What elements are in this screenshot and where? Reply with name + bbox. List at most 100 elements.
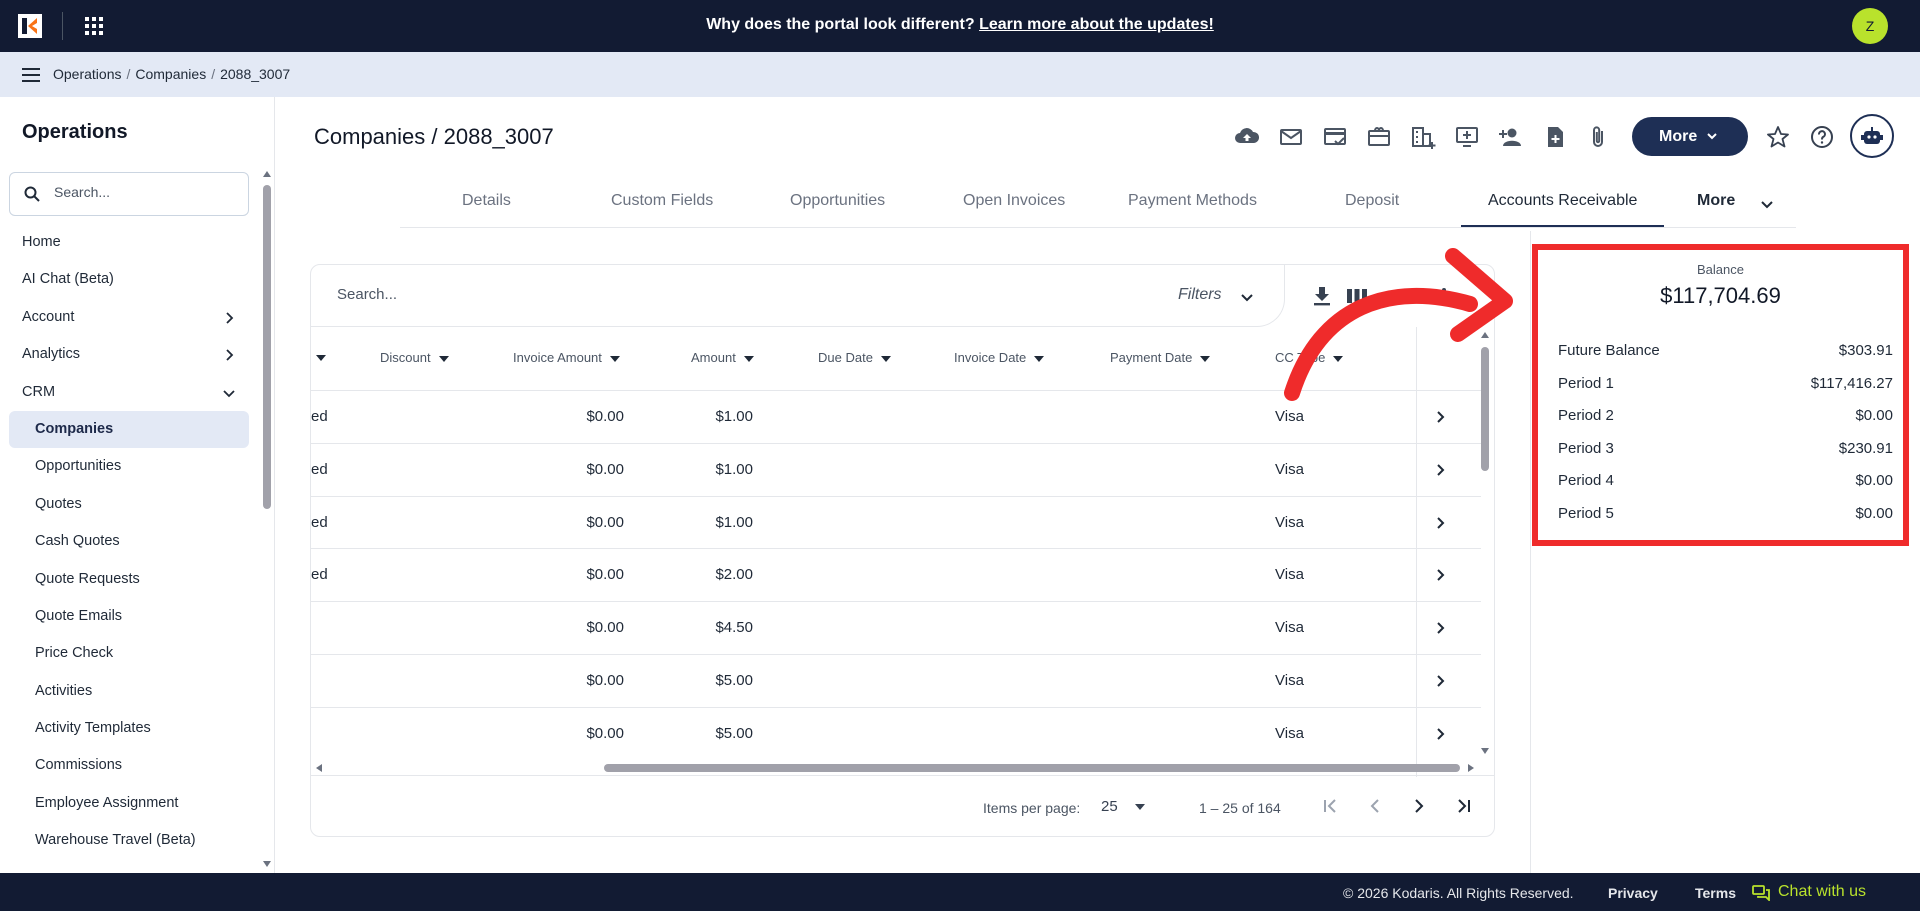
chevron-right-icon[interactable]: [1433, 674, 1447, 688]
sidebar-item-warehouse-travel[interactable]: Warehouse Travel (Beta): [9, 822, 249, 859]
sidebar-search-input[interactable]: [54, 184, 234, 200]
table-row[interactable]: ed $0.00 $1.00 Visa: [311, 497, 1481, 550]
ai-assistant-button[interactable]: [1850, 114, 1894, 158]
col-header-due-date[interactable]: Due Date: [818, 350, 891, 365]
sidebar-scrollbar[interactable]: [263, 185, 271, 509]
col-header-payment-date[interactable]: Payment Date: [1110, 350, 1211, 365]
sidebar-item-label: Quotes: [35, 495, 82, 512]
filters-dropdown[interactable]: Filters: [1178, 286, 1253, 304]
sidebar-search[interactable]: [9, 172, 249, 216]
scroll-down-arrow-icon[interactable]: [1480, 747, 1490, 755]
more-button[interactable]: More: [1632, 117, 1748, 156]
terms-link[interactable]: Terms: [1695, 885, 1736, 901]
sort-arrow-icon: [880, 355, 891, 362]
sidebar-item-activity-templates[interactable]: Activity Templates: [9, 710, 249, 747]
help-icon[interactable]: [1809, 124, 1835, 150]
table-search-input[interactable]: [337, 286, 937, 303]
chevron-right-icon[interactable]: [1433, 568, 1447, 582]
balance-summary-highlight: Balance $117,704.69 Future Balance $303.9…: [1532, 244, 1909, 546]
privacy-link[interactable]: Privacy: [1608, 885, 1658, 901]
last-page-icon[interactable]: [1453, 796, 1473, 816]
star-icon[interactable]: [1765, 124, 1791, 150]
tab-custom-fields[interactable]: Custom Fields: [611, 192, 713, 210]
balance-row-label: Period 2: [1558, 407, 1614, 425]
add-company-icon[interactable]: [1410, 124, 1436, 150]
tab-more-label: More: [1697, 192, 1736, 209]
cell-cc-type: Visa: [1275, 619, 1304, 637]
sidebar-item-quotes[interactable]: Quotes: [9, 486, 249, 523]
table-row[interactable]: ed $0.00 $1.00 Visa: [311, 444, 1481, 497]
attachment-icon[interactable]: [1586, 124, 1612, 150]
balance-row-value: $117,416.27: [1810, 374, 1893, 392]
chevron-right-icon[interactable]: [1433, 410, 1447, 424]
sidebar-item-label: Cash Quotes: [35, 533, 120, 550]
menu-icon[interactable]: [22, 68, 40, 82]
sidebar-item-label: Companies: [35, 420, 114, 437]
sort-arrow-icon[interactable]: [316, 354, 326, 362]
chevron-right-icon[interactable]: [1433, 516, 1447, 530]
chat-with-us-button[interactable]: Chat with us: [1752, 883, 1866, 901]
cloud-upload-icon[interactable]: [1234, 124, 1260, 150]
scroll-right-arrow-icon[interactable]: [1467, 763, 1475, 773]
breadcrumb-companies[interactable]: Companies: [135, 66, 206, 82]
sidebar-item-activities[interactable]: Activities: [9, 673, 249, 710]
tab-opportunities[interactable]: Opportunities: [790, 192, 885, 210]
cell-amount: $2.00: [715, 566, 753, 584]
announcement-link[interactable]: Learn more about the updates!: [979, 16, 1214, 33]
col-header-discount[interactable]: Discount: [380, 350, 449, 365]
tab-payment-methods[interactable]: Payment Methods: [1128, 192, 1257, 210]
sidebar-item-crm[interactable]: CRM: [9, 374, 249, 411]
avatar[interactable]: Z: [1852, 8, 1888, 44]
table-row[interactable]: $0.00 $5.00 Visa: [311, 708, 1481, 761]
sidebar-item-employee-assignment[interactable]: Employee Assignment: [9, 785, 249, 822]
payment-check-icon[interactable]: [1322, 124, 1348, 150]
chevron-down-icon: [1761, 201, 1773, 209]
tab-accounts-receivable[interactable]: Accounts Receivable: [1488, 192, 1637, 210]
first-page-icon[interactable]: [1321, 796, 1341, 816]
scroll-left-arrow-icon[interactable]: [315, 763, 323, 773]
table-horizontal-scrollbar[interactable]: [604, 764, 1460, 772]
cell-amount: $5.00: [715, 671, 753, 689]
sidebar-item-quote-emails[interactable]: Quote Emails: [9, 598, 249, 635]
scroll-down-arrow-icon[interactable]: [262, 860, 272, 868]
balance-row: Period 3 $230.91: [1558, 440, 1893, 473]
sort-arrow-icon: [1200, 355, 1211, 362]
sidebar-item-label: Employee Assignment: [35, 794, 179, 811]
next-page-icon[interactable]: [1409, 796, 1429, 816]
sidebar-item-home[interactable]: Home: [9, 224, 249, 261]
tab-more[interactable]: More: [1697, 192, 1773, 210]
chevron-right-icon[interactable]: [1433, 463, 1447, 477]
gift-card-icon[interactable]: [1366, 124, 1392, 150]
mail-icon[interactable]: [1278, 124, 1304, 150]
tab-open-invoices[interactable]: Open Invoices: [963, 192, 1065, 210]
sidebar-item-account[interactable]: Account: [9, 299, 249, 336]
tab-details[interactable]: Details: [462, 192, 511, 210]
chevron-right-icon[interactable]: [1433, 621, 1447, 635]
chevron-right-icon[interactable]: [1433, 727, 1447, 741]
add-document-icon[interactable]: [1542, 124, 1568, 150]
table-row[interactable]: $0.00 $4.50 Visa: [311, 602, 1481, 655]
breadcrumb-operations[interactable]: Operations: [53, 66, 121, 82]
scroll-up-arrow-icon[interactable]: [262, 170, 272, 178]
cell-status: ed: [311, 566, 328, 584]
sidebar-item-opportunities[interactable]: Opportunities: [9, 448, 249, 485]
add-screen-icon[interactable]: [1454, 124, 1480, 150]
sidebar-item-companies[interactable]: Companies: [9, 410, 249, 449]
items-per-page-select[interactable]: 25: [1101, 798, 1145, 815]
sidebar-item-cash-quotes[interactable]: Cash Quotes: [9, 523, 249, 560]
table-row[interactable]: ed $0.00 $2.00 Visa: [311, 549, 1481, 603]
previous-page-icon[interactable]: [1365, 796, 1385, 816]
col-header-amount[interactable]: Amount: [691, 350, 754, 365]
sidebar-item-commissions[interactable]: Commissions: [9, 747, 249, 784]
col-header-invoice-amount[interactable]: Invoice Amount: [513, 350, 620, 365]
tab-deposit[interactable]: Deposit: [1345, 192, 1399, 210]
sidebar-item-quote-requests[interactable]: Quote Requests: [9, 561, 249, 598]
balance-row: Period 5 $0.00: [1558, 505, 1893, 538]
sidebar-item-label: Price Check: [35, 645, 114, 662]
table-row[interactable]: $0.00 $5.00 Visa: [311, 655, 1481, 708]
col-header-invoice-date[interactable]: Invoice Date: [954, 350, 1045, 365]
sidebar-item-price-check[interactable]: Price Check: [9, 635, 249, 672]
add-person-icon[interactable]: [1498, 124, 1524, 150]
sidebar-item-analytics[interactable]: Analytics: [9, 336, 249, 373]
sidebar-item-ai-chat[interactable]: AI Chat (Beta): [9, 261, 249, 298]
